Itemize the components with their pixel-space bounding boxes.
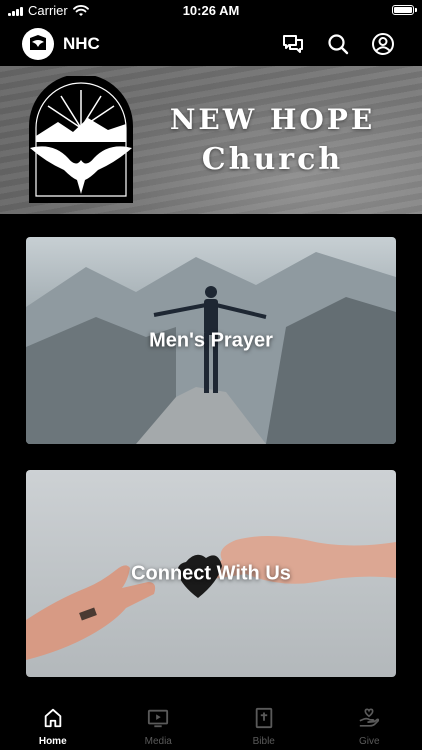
home-icon bbox=[44, 708, 61, 728]
give-icon bbox=[359, 708, 380, 727]
app-brand: NHC bbox=[63, 34, 100, 53]
nav-give-label: Give bbox=[358, 736, 380, 747]
connect-card[interactable]: Connect With Us bbox=[26, 470, 396, 677]
app-header: NHC bbox=[0, 22, 422, 66]
connect-label: Connect With Us bbox=[131, 562, 291, 584]
hero-title: NEW HOPE Church bbox=[150, 100, 395, 180]
hero-title-line1: NEW HOPE bbox=[169, 103, 376, 136]
hero-title-line2: Church bbox=[201, 142, 344, 177]
mens-prayer-label: Men's Prayer bbox=[149, 329, 273, 351]
bible-icon bbox=[255, 707, 272, 729]
church-logo-icon[interactable] bbox=[22, 28, 54, 60]
bottom-nav: Home Media Bible Give bbox=[0, 695, 422, 750]
status-time: 10:26 AM bbox=[182, 3, 240, 18]
church-dove-logo-icon bbox=[29, 76, 133, 203]
nav-give[interactable]: Give bbox=[317, 695, 422, 750]
profile-icon[interactable] bbox=[371, 32, 395, 56]
media-icon bbox=[148, 709, 169, 728]
chat-icon[interactable] bbox=[281, 32, 305, 56]
search-icon[interactable] bbox=[326, 32, 350, 56]
nav-home-label: Home bbox=[38, 736, 67, 747]
nav-bible[interactable]: Bible bbox=[211, 695, 317, 750]
nav-media[interactable]: Media bbox=[106, 695, 212, 750]
mens-prayer-card[interactable]: Men's Prayer bbox=[26, 237, 396, 444]
hero-banner: NEW HOPE Church bbox=[0, 66, 422, 214]
nav-home[interactable]: Home bbox=[0, 695, 106, 750]
battery-icon bbox=[392, 5, 417, 15]
status-bar: Carrier 10:26 AM bbox=[0, 0, 422, 22]
nav-bible-label: Bible bbox=[252, 736, 275, 747]
nav-media-label: Media bbox=[144, 736, 172, 747]
